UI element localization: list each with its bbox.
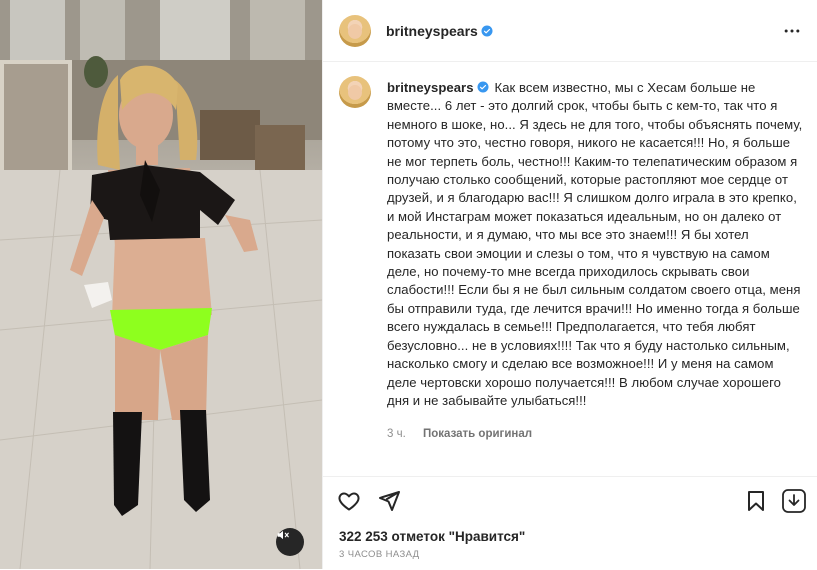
send-icon[interactable] xyxy=(377,489,401,513)
caption-text: britneyspears Как всем известно, мы с Хес… xyxy=(387,79,803,410)
post-media-video[interactable] xyxy=(0,0,322,569)
caption-author-avatar[interactable] xyxy=(339,76,371,108)
download-icon[interactable] xyxy=(781,488,807,514)
likes-count[interactable]: 322 253 отметок "Нравится" xyxy=(339,529,525,544)
bookmark-icon[interactable] xyxy=(744,489,768,513)
verified-badge-icon xyxy=(477,81,489,93)
verified-badge-icon xyxy=(481,25,493,37)
post-timestamp[interactable]: 3 ЧАСОВ НАЗАД xyxy=(339,549,420,560)
post-header: britneyspears xyxy=(323,0,817,62)
caption-meta: 3 ч. Показать оригинал xyxy=(387,428,532,440)
caption-username[interactable]: britneyspears xyxy=(387,80,474,95)
post-details-panel: britneyspears britneyspears Как всем изве… xyxy=(322,0,817,569)
video-frame-illustration xyxy=(0,0,322,569)
author-username[interactable]: britneyspears xyxy=(386,23,478,39)
post-actions: 322 253 отметок "Нравится" 3 ЧАСОВ НАЗАД xyxy=(323,476,817,570)
muted-speaker-icon xyxy=(277,530,289,540)
mute-toggle-button[interactable] xyxy=(276,528,304,556)
heart-icon[interactable] xyxy=(337,489,361,513)
caption-age: 3 ч. xyxy=(387,428,406,440)
more-options-icon[interactable] xyxy=(782,21,802,41)
show-original-link[interactable]: Показать оригинал xyxy=(423,428,532,440)
caption-body: Как всем известно, мы с Хесам больше не … xyxy=(387,80,803,408)
author-avatar[interactable] xyxy=(339,15,371,47)
